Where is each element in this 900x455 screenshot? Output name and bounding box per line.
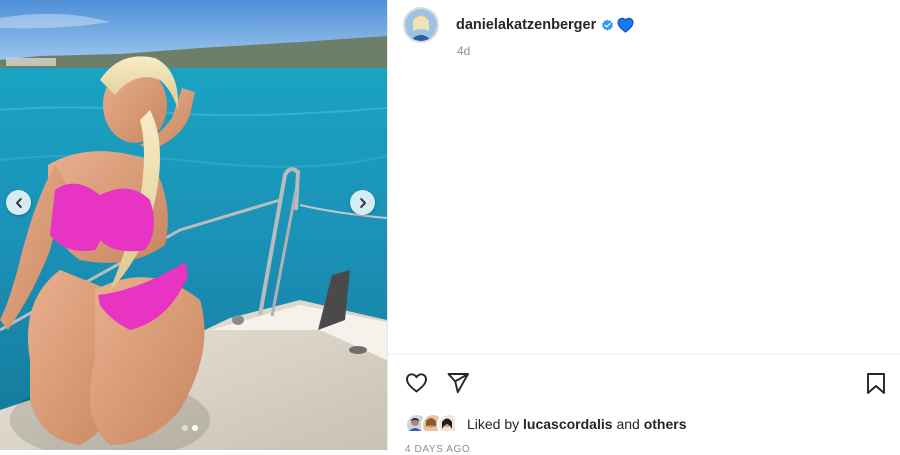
liker-avatar	[437, 413, 461, 437]
username[interactable]: danielakatzenberger	[456, 17, 596, 33]
post-time[interactable]: 4d	[457, 44, 470, 58]
post-photo	[0, 0, 387, 450]
liker-avatars[interactable]	[405, 413, 461, 437]
chevron-right-icon	[357, 197, 369, 209]
paper-plane-icon[interactable]	[446, 371, 470, 395]
liked-by-user[interactable]: lucascordalis	[523, 416, 613, 432]
heart-outline-icon[interactable]	[404, 371, 429, 395]
post-header: danielakatzenberger	[403, 7, 634, 43]
carousel-dot-active[interactable]	[192, 425, 198, 431]
carousel-indicator	[182, 425, 198, 431]
carousel-next-button[interactable]	[350, 190, 375, 215]
carousel-prev-button[interactable]	[6, 190, 31, 215]
blue-heart-icon	[617, 17, 634, 33]
verified-badge-icon	[601, 19, 614, 32]
post-actions	[404, 371, 470, 395]
likes-summary: Liked by lucascordalis and others	[405, 413, 687, 437]
actions-divider	[388, 354, 900, 355]
post-side-panel: danielakatzenberger 4d Liked by lucascor…	[387, 0, 900, 455]
chevron-left-icon	[13, 197, 25, 209]
instagram-post: danielakatzenberger 4d Liked by lucascor…	[0, 0, 900, 455]
carousel-dot[interactable]	[182, 425, 188, 431]
post-media	[0, 0, 387, 450]
user-avatar[interactable]	[403, 7, 439, 43]
liked-by-label: Liked by	[467, 416, 520, 432]
bookmark-icon[interactable]	[865, 372, 887, 395]
liked-and-label: and	[616, 416, 640, 432]
liked-others-link[interactable]: others	[644, 416, 687, 432]
